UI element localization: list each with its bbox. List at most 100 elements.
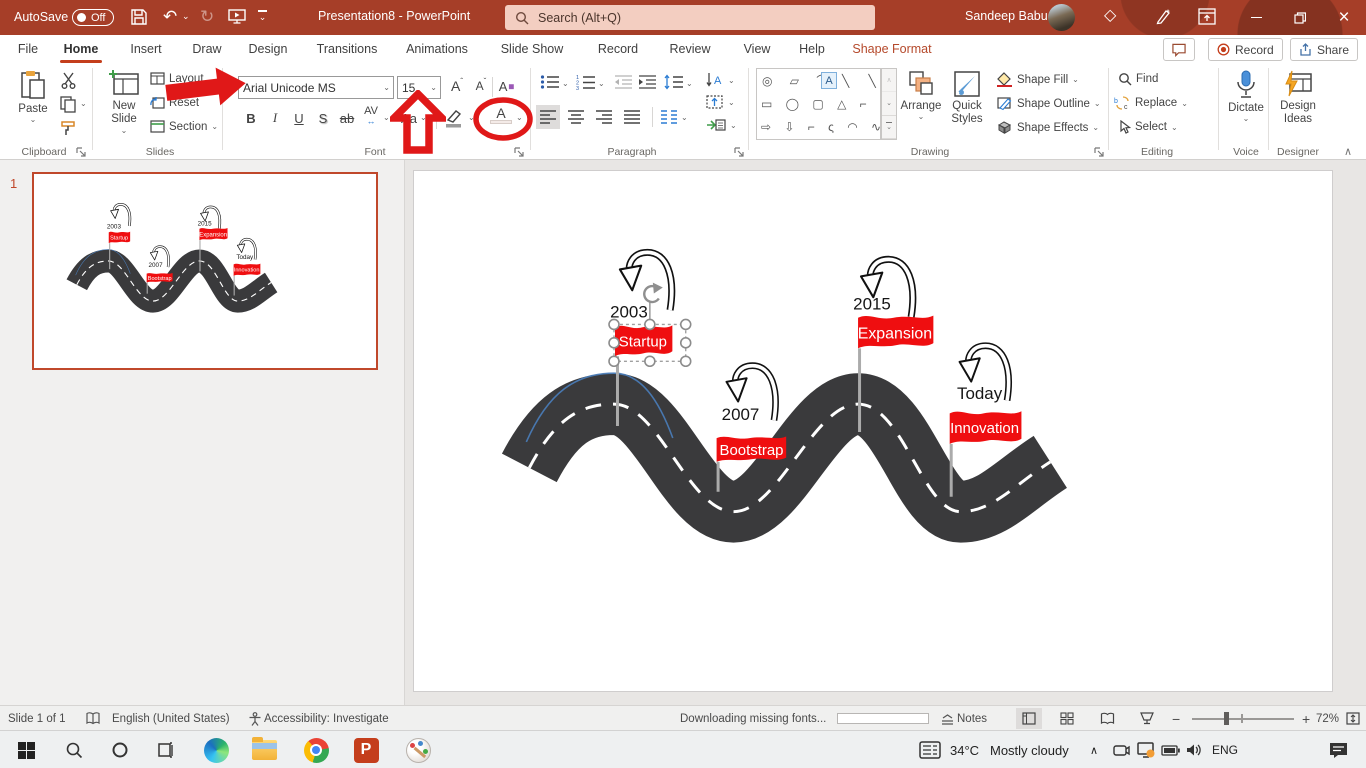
align-text-dropdown[interactable] (728, 98, 735, 107)
select-button[interactable]: Select (1118, 120, 1178, 134)
zoom-slider-track[interactable] (1192, 718, 1294, 720)
redo-button[interactable] (200, 8, 214, 25)
tray-display-icon[interactable] (1134, 736, 1158, 764)
slide-sorter-view-button[interactable] (1054, 708, 1080, 729)
strikethrough-button[interactable]: ab (336, 107, 358, 129)
dictate-dropdown[interactable] (1243, 114, 1250, 123)
shape-effects-dropdown[interactable] (1092, 123, 1099, 132)
align-center-button[interactable] (564, 105, 588, 129)
justify-button[interactable] (620, 105, 644, 129)
premium-diamond-icon[interactable] (1104, 8, 1116, 24)
editor-pen-button[interactable] (1155, 8, 1172, 25)
tab-review[interactable]: Review (666, 35, 714, 63)
weather-temp[interactable]: 34°C (950, 731, 979, 768)
drawing-dialog-launcher[interactable] (1094, 147, 1105, 158)
shape-row-1b[interactable]: ╲ ╲ (842, 69, 882, 93)
tray-meet-now-icon[interactable] (1110, 736, 1132, 764)
start-button[interactable] (12, 736, 40, 764)
shape-effects-button[interactable]: Shape Effects (996, 120, 1099, 135)
section-button[interactable]: Section (150, 120, 218, 133)
text-direction-button[interactable]: A (706, 72, 735, 88)
decrease-indent-button[interactable] (614, 74, 633, 90)
chrome-icon[interactable] (302, 736, 330, 764)
slide-indicator[interactable]: Slide 1 of 1 (8, 706, 66, 731)
comments-button[interactable] (1163, 38, 1195, 61)
tab-insert[interactable]: Insert (126, 35, 166, 63)
notes-toggle[interactable]: Notes (957, 706, 987, 731)
replace-button[interactable]: bc Replace (1114, 96, 1188, 110)
font-name-dropdown[interactable] (383, 83, 390, 92)
numbering-dropdown[interactable] (598, 79, 605, 88)
tab-draw[interactable]: Draw (189, 35, 225, 63)
line-spacing-button[interactable] (664, 74, 684, 90)
new-slide-dropdown[interactable] (121, 126, 128, 135)
cut-button[interactable] (60, 72, 77, 89)
tab-shape-format[interactable]: Shape Format (848, 35, 936, 63)
ribbon-display-options-button[interactable] (1198, 8, 1216, 25)
collapse-ribbon-button[interactable] (1344, 145, 1352, 158)
gallery-scroll-down[interactable] (882, 92, 896, 115)
shape-row-3[interactable]: ⇨ ⇩ ⌐ ς ◠ ∿ (757, 115, 882, 139)
bullets-dropdown[interactable] (562, 79, 569, 88)
tab-file[interactable]: File (14, 35, 42, 63)
font-dialog-launcher[interactable] (514, 147, 525, 158)
undo-dropdown[interactable] (182, 12, 190, 21)
zoom-in-button[interactable] (1302, 706, 1310, 731)
share-button[interactable]: Share (1290, 38, 1358, 61)
design-ideas-button[interactable]: Design Ideas (1274, 70, 1322, 126)
autosave-toggle[interactable]: Off (72, 9, 114, 26)
fit-to-window-button[interactable] (1340, 708, 1366, 729)
select-dropdown[interactable] (1171, 123, 1178, 132)
edge-icon[interactable] (202, 736, 230, 764)
record-button[interactable]: Record (1208, 38, 1283, 61)
news-widget-icon[interactable] (916, 736, 944, 764)
align-right-button[interactable] (592, 105, 616, 129)
italic-button[interactable]: I (264, 107, 286, 129)
undo-button[interactable] (163, 8, 177, 25)
tab-slide-show[interactable]: Slide Show (498, 35, 566, 63)
close-button[interactable] (1322, 0, 1366, 35)
bullets-button[interactable] (540, 74, 560, 90)
hidden-icons-chevron[interactable] (1090, 731, 1098, 768)
line-spacing-dropdown[interactable] (686, 79, 693, 88)
avatar[interactable] (1048, 4, 1075, 31)
quick-styles-button[interactable]: Quick Styles (944, 70, 990, 126)
tab-home[interactable]: Home (60, 35, 102, 63)
gallery-more-button[interactable] (882, 116, 896, 139)
shape-gallery[interactable]: ◎ ▱ ⌒ A ╲ ╲ ▭ ◯ ▢ △ ⌐ ↳ ⇨ ⇩ ⌐ ς ◠ ∿ (756, 68, 881, 140)
slideshow-view-button[interactable] (1134, 708, 1160, 729)
spellcheck-icon[interactable] (86, 706, 100, 731)
text-shadow-button[interactable]: S (312, 107, 334, 129)
zoom-slider-thumb[interactable] (1224, 712, 1229, 725)
battery-icon[interactable] (1158, 736, 1182, 764)
new-slide-button[interactable]: New Slide (100, 70, 148, 135)
shape-fill-button[interactable]: Shape Fill (996, 72, 1079, 87)
paste-dropdown[interactable] (30, 115, 37, 124)
slide-canvas[interactable] (413, 170, 1333, 692)
convert-smartart-button[interactable] (706, 117, 737, 133)
gallery-scroll-up[interactable] (882, 69, 896, 92)
arrange-button[interactable]: Arrange (898, 70, 944, 121)
shape-fill-dropdown[interactable] (1072, 75, 1079, 84)
shape-outline-button[interactable]: Shape Outline (996, 96, 1101, 111)
task-view-button[interactable] (152, 736, 180, 764)
cortana-button[interactable] (106, 736, 134, 764)
character-spacing-button[interactable]: AV ↔ (360, 105, 382, 127)
normal-view-button[interactable] (1016, 708, 1042, 729)
language-status[interactable]: English (United States) (112, 706, 230, 731)
tab-view[interactable]: View (740, 35, 774, 63)
spacing-dropdown[interactable] (383, 113, 390, 122)
taskbar-search-button[interactable] (60, 736, 88, 764)
slide-thumbnail[interactable] (32, 172, 378, 370)
align-text-button[interactable] (706, 94, 735, 110)
tab-animations[interactable]: Animations (402, 35, 472, 63)
increase-indent-button[interactable] (638, 74, 657, 90)
decrease-font-size-button[interactable]: Aˇ (470, 75, 492, 97)
weather-description[interactable]: Mostly cloudy (990, 731, 1069, 768)
smartart-dropdown[interactable] (730, 121, 737, 130)
notification-center-button[interactable] (1324, 736, 1352, 764)
shape-outline-dropdown[interactable] (1094, 99, 1101, 108)
clipboard-dialog-launcher[interactable] (76, 147, 87, 158)
columns-button[interactable] (660, 109, 678, 124)
dictate-button[interactable]: Dictate (1224, 70, 1268, 123)
